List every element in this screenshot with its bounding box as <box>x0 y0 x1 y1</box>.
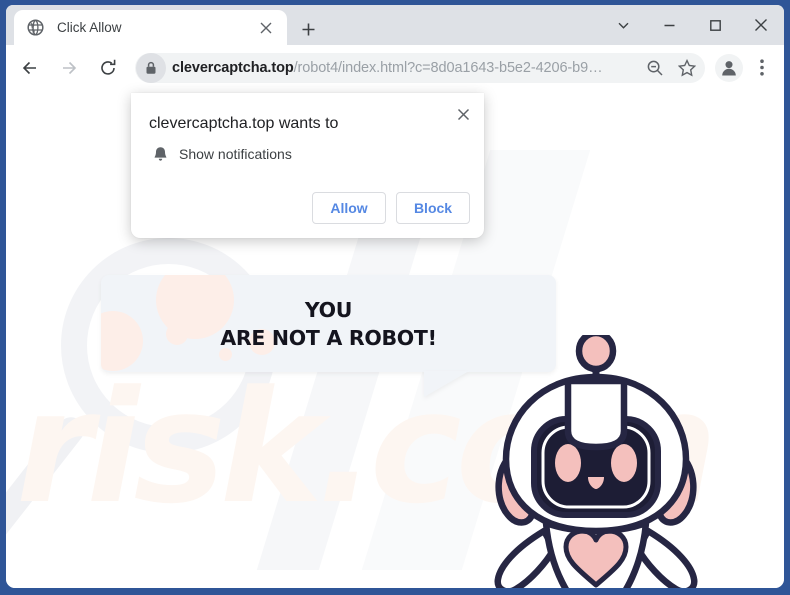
close-icon[interactable] <box>255 17 277 39</box>
new-tab-button[interactable] <box>295 16 321 42</box>
notification-permission-dialog: clevercaptcha.top wants to Show notifica… <box>131 93 484 238</box>
address-bar[interactable]: clevercaptcha.top/robot4/index.html?c=8d… <box>135 52 705 83</box>
window-controls <box>600 5 784 45</box>
browser-window: Click Allow clevercaptcha.top/robot4/ind… <box>6 5 784 588</box>
lock-icon[interactable] <box>136 52 166 83</box>
url-host: clevercaptcha.top <box>172 59 294 76</box>
block-button[interactable]: Block <box>396 192 470 224</box>
permission-label: Show notifications <box>179 146 292 162</box>
bubble-line-1: YOU <box>304 297 353 322</box>
robot-illustration <box>484 329 704 588</box>
browser-window-frame: Click Allow clevercaptcha.top/robot4/ind… <box>0 0 790 595</box>
speech-bubble-tail <box>424 371 469 397</box>
dialog-actions: Allow Block <box>312 192 470 224</box>
url-path: /robot4/index.html?c=8d0a1643-b5e2-4206-… <box>293 59 603 76</box>
forward-button <box>54 53 84 83</box>
tab-strip: Click Allow <box>6 5 784 45</box>
tab-title: Click Allow <box>57 20 122 35</box>
avatar[interactable] <box>715 53 743 82</box>
globe-icon <box>27 19 44 36</box>
three-dot-menu-icon[interactable] <box>747 53 777 83</box>
browser-tab-active[interactable]: Click Allow <box>14 10 287 45</box>
chevron-down-icon[interactable] <box>600 5 646 45</box>
browser-toolbar: clevercaptcha.top/robot4/index.html?c=8d… <box>6 45 784 90</box>
minimize-icon[interactable] <box>646 5 692 45</box>
close-icon[interactable] <box>738 5 784 45</box>
maximize-icon[interactable] <box>692 5 738 45</box>
star-icon[interactable] <box>673 54 701 82</box>
allow-button[interactable]: Allow <box>312 192 386 224</box>
reload-button[interactable] <box>93 53 123 83</box>
close-icon[interactable] <box>450 101 476 127</box>
permission-row: Show notifications <box>149 146 292 162</box>
dialog-title: clevercaptcha.top wants to <box>149 115 339 132</box>
bubble-line-2: ARE NOT A ROBOT! <box>220 325 437 350</box>
bell-icon <box>149 146 171 162</box>
zoom-out-icon[interactable] <box>641 54 669 82</box>
back-button[interactable] <box>15 53 45 83</box>
url-text: clevercaptcha.top/robot4/index.html?c=8d… <box>172 60 641 76</box>
